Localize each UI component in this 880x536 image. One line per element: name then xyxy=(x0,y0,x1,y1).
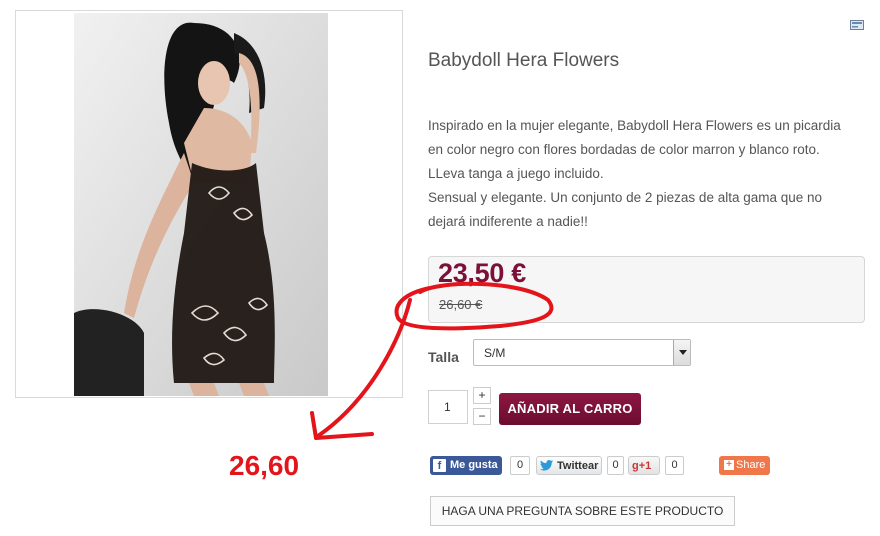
tweet-count: 0 xyxy=(607,456,624,475)
quantity-decrease-button[interactable]: − xyxy=(473,408,491,425)
size-label: Talla xyxy=(428,349,459,365)
description-line: dejará indiferente a nadie!! xyxy=(428,214,588,229)
product-photo[interactable] xyxy=(74,13,328,396)
description-line: en color negro con flores bordadas de co… xyxy=(428,142,820,157)
chevron-down-icon[interactable] xyxy=(673,340,690,365)
google-plus-button[interactable]: g+1 xyxy=(628,456,660,475)
print-icon[interactable] xyxy=(850,20,864,30)
share-plus-icon: + xyxy=(724,460,734,470)
share-label: Share xyxy=(736,459,766,471)
facebook-like-label: Me gusta xyxy=(450,459,498,471)
google-plus-count: 0 xyxy=(665,456,684,475)
quantity-increase-button[interactable]: + xyxy=(473,387,491,404)
size-select[interactable] xyxy=(473,339,691,366)
old-price: 26,60 € xyxy=(439,297,483,312)
size-select-value: S/M xyxy=(484,346,506,360)
product-description: Inspirado en la mujer elegante, Babydoll… xyxy=(428,114,868,234)
current-price: 23,50 € xyxy=(438,258,526,288)
description-line: Inspirado en la mujer elegante, Babydoll… xyxy=(428,118,841,133)
facebook-count: 0 xyxy=(510,456,530,475)
description-line: LLeva tanga a juego incluido. xyxy=(428,166,604,181)
product-title: Babydoll Hera Flowers xyxy=(428,50,620,71)
add-to-cart-button[interactable]: AÑADIR AL CARRO xyxy=(499,393,641,425)
tweet-label: Twittear xyxy=(557,460,599,472)
facebook-icon: f xyxy=(433,459,446,472)
annotation-arrow-head xyxy=(310,411,374,440)
description-line: Sensual y elegante. Un conjunto de 2 pie… xyxy=(428,190,823,205)
google-plus-label: +1 xyxy=(638,460,652,472)
annotation-price: 26,60 xyxy=(229,450,300,481)
twitter-bird-icon xyxy=(540,460,553,471)
quantity-value: 1 xyxy=(444,400,451,414)
ask-question-button[interactable]: HAGA UNA PREGUNTA SOBRE ESTE PRODUCTO xyxy=(430,496,735,526)
